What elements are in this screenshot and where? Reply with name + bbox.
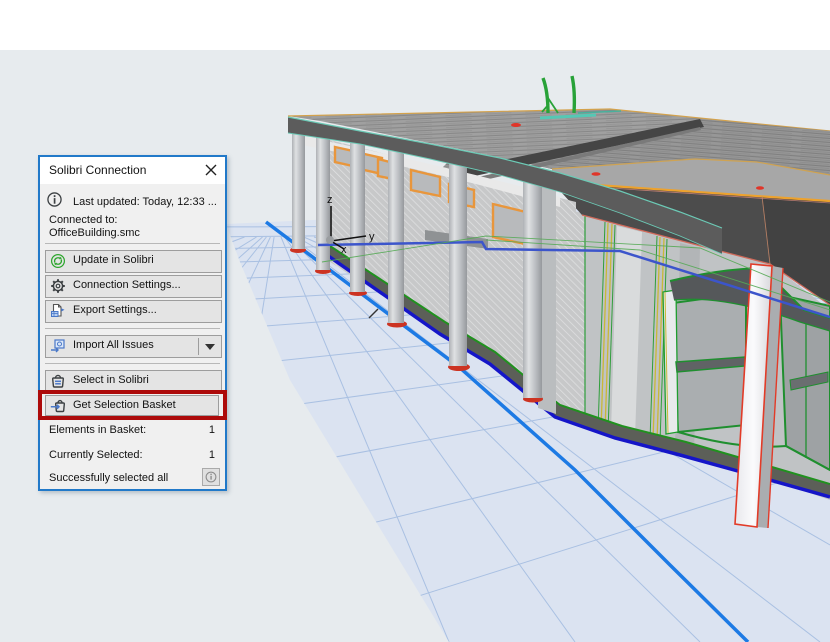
svg-text:z: z	[327, 194, 333, 206]
svg-text:x: x	[341, 244, 347, 256]
svg-text:y: y	[369, 231, 375, 243]
